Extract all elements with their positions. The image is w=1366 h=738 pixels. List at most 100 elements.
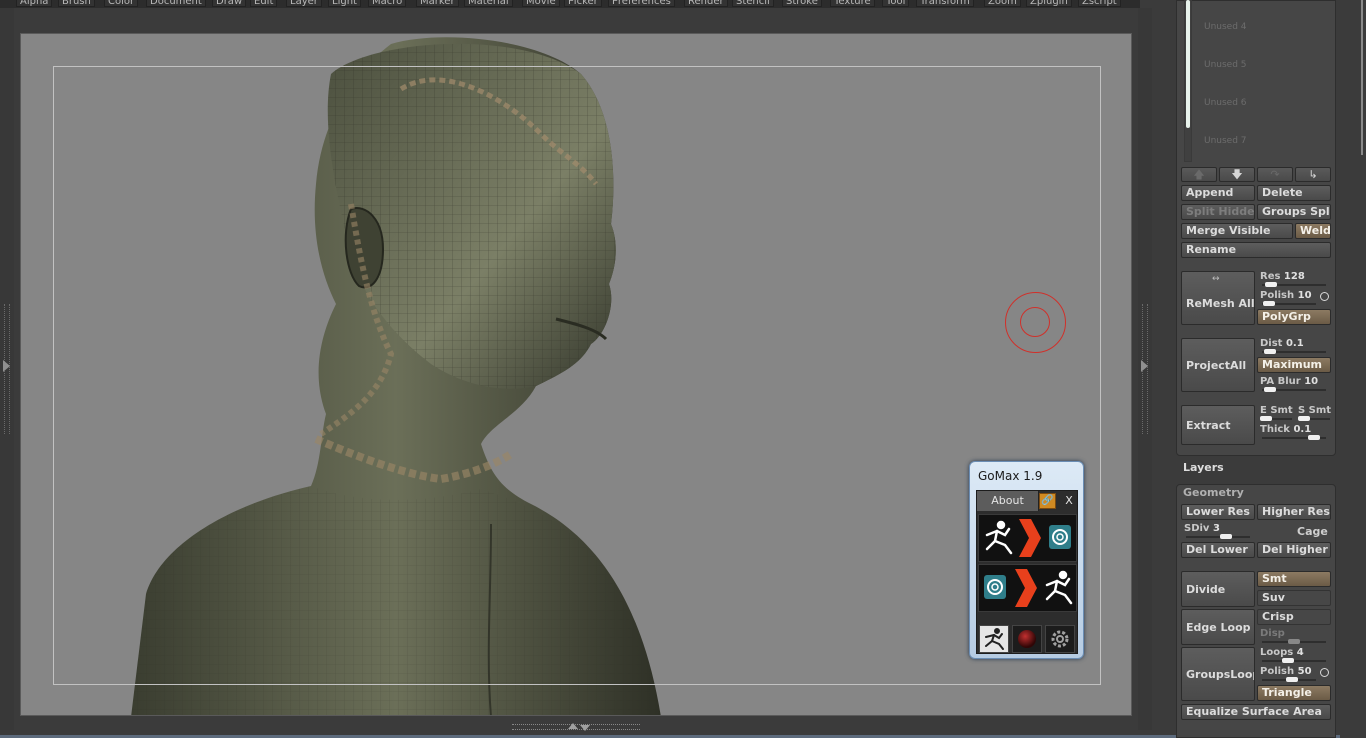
menu-alpha[interactable]: Alpha xyxy=(16,0,53,7)
left-tray-strip[interactable] xyxy=(0,8,14,730)
polygrp-toggle[interactable]: PolyGrp xyxy=(1257,309,1331,325)
crisp-toggle[interactable]: Crisp xyxy=(1257,609,1331,625)
menu-document[interactable]: Document xyxy=(146,0,206,7)
groups-split-button[interactable]: Groups Split xyxy=(1257,204,1331,220)
dist-slider[interactable]: Dist 0.1 xyxy=(1260,338,1330,354)
subtool-slot-4[interactable]: Unused 4 xyxy=(1204,22,1247,32)
send-to-zbrush-button[interactable] xyxy=(978,564,1077,612)
loops-slider[interactable]: Loops 4 xyxy=(1260,647,1330,663)
geo-polish-knob[interactable] xyxy=(1286,677,1298,682)
subtool-slot-6[interactable]: Unused 6 xyxy=(1204,98,1247,108)
subtool-move-down-button[interactable]: 🡇 xyxy=(1219,167,1255,182)
sdiv-knob[interactable] xyxy=(1220,534,1232,539)
menu-layer[interactable]: Layer xyxy=(286,0,322,7)
subtool-slot-7[interactable]: Unused 7 xyxy=(1204,136,1247,146)
del-lower-button[interactable]: Del Lower xyxy=(1181,542,1255,558)
menu-edit[interactable]: Edit xyxy=(250,0,278,7)
e-smt-slider[interactable]: E Smt xyxy=(1260,405,1296,421)
menu-material[interactable]: Material xyxy=(464,0,513,7)
weld-toggle[interactable]: Weld xyxy=(1295,223,1331,239)
layers-palette-header[interactable]: Layers xyxy=(1176,459,1336,481)
s-smt-slider[interactable]: S Smt xyxy=(1298,405,1334,421)
menu-brush[interactable]: Brush xyxy=(58,0,95,7)
merge-visible-button[interactable]: Merge Visible xyxy=(1181,223,1293,239)
link-icon[interactable]: 🔗 xyxy=(1039,493,1056,509)
menu-macro[interactable]: Macro xyxy=(368,0,407,7)
project-all-button[interactable]: ProjectAll xyxy=(1181,338,1255,392)
bottom-tray-down-icon[interactable] xyxy=(580,725,590,731)
rename-button[interactable]: Rename xyxy=(1181,242,1331,258)
menu-zoom[interactable]: Zoom xyxy=(984,0,1021,7)
pa-blur-knob[interactable] xyxy=(1264,387,1276,392)
right-tray-strip[interactable] xyxy=(1138,8,1152,730)
extract-button[interactable]: Extract xyxy=(1181,405,1255,445)
gomax-window[interactable]: GoMax 1.9 About 🔗 X xyxy=(969,461,1084,659)
geo-polish-slider[interactable]: Polish 50 xyxy=(1260,666,1320,682)
polish-circle-icon[interactable] xyxy=(1320,292,1329,301)
canvas-viewport[interactable] xyxy=(20,33,1132,716)
loops-knob[interactable] xyxy=(1282,658,1294,663)
right-tray-collapse-icon[interactable] xyxy=(1141,360,1148,372)
palette-scrollbar[interactable] xyxy=(1361,0,1363,155)
maximum-toggle[interactable]: Maximum xyxy=(1257,357,1331,373)
cage-button[interactable]: Cage xyxy=(1297,525,1328,538)
geometry-title[interactable]: Geometry xyxy=(1183,486,1244,499)
menu-transform[interactable]: Transform xyxy=(916,0,974,7)
menu-texture[interactable]: Texture xyxy=(830,0,875,7)
pa-blur-slider[interactable]: PA Blur 10 xyxy=(1260,376,1330,392)
left-tray-expand-icon[interactable] xyxy=(3,360,10,372)
menu-movie[interactable]: Movie xyxy=(522,0,560,7)
suv-toggle[interactable]: Suv xyxy=(1257,590,1331,606)
thick-slider[interactable]: Thick 0.1 xyxy=(1260,424,1330,440)
edge-loop-button[interactable]: Edge Loop xyxy=(1181,609,1255,645)
gomax-about-button[interactable]: About xyxy=(977,491,1039,511)
menu-picker[interactable]: Picker xyxy=(564,0,602,7)
triangle-toggle[interactable]: Triangle xyxy=(1257,685,1331,701)
palette-scroll-strip[interactable] xyxy=(1340,0,1366,738)
menu-preferences[interactable]: Preferences xyxy=(608,0,675,7)
menu-stencil[interactable]: Stencil xyxy=(732,0,774,7)
gomax-close-button[interactable]: X xyxy=(1059,491,1079,511)
subtool-swap-button[interactable]: ↳ xyxy=(1295,167,1331,182)
lower-res-button[interactable]: Lower Res xyxy=(1181,504,1255,520)
equalize-surface-area-button[interactable]: Equalize Surface Area xyxy=(1181,704,1331,720)
remesh-polish-slider[interactable]: Polish 10 xyxy=(1260,290,1320,306)
menu-zscript[interactable]: Zscript xyxy=(1078,0,1121,7)
menu-draw[interactable]: Draw xyxy=(212,0,247,7)
subtool-move-up-button[interactable]: 🡅 xyxy=(1181,167,1217,182)
e-smt-knob[interactable] xyxy=(1260,416,1272,421)
menu-tool[interactable]: Tool xyxy=(882,0,910,7)
gomax-zbrush-mode-button[interactable] xyxy=(979,625,1009,653)
del-higher-button[interactable]: Del Higher xyxy=(1257,542,1331,558)
geo-polish-circle-icon[interactable] xyxy=(1320,668,1329,677)
menu-render[interactable]: Render xyxy=(684,0,728,7)
delete-button[interactable]: Delete xyxy=(1257,185,1331,201)
gomax-material-button[interactable] xyxy=(1012,625,1042,653)
smt-toggle[interactable]: Smt xyxy=(1257,571,1331,587)
menu-stroke[interactable]: Stroke xyxy=(782,0,822,7)
thick-knob[interactable] xyxy=(1308,435,1320,440)
res-slider[interactable]: Res 128 xyxy=(1260,271,1330,287)
subtool-list-scroll-thumb[interactable] xyxy=(1186,0,1190,128)
subtool-slot-5[interactable]: Unused 5 xyxy=(1204,60,1247,70)
sdiv-slider[interactable]: SDiv 3 xyxy=(1184,523,1254,539)
split-hidden-button[interactable]: Split Hidden xyxy=(1181,204,1255,220)
bottom-tray-up-icon[interactable] xyxy=(568,723,578,729)
menu-marker[interactable]: Marker xyxy=(416,0,459,7)
res-knob[interactable] xyxy=(1265,282,1277,287)
menu-color[interactable]: Color xyxy=(104,0,139,7)
s-smt-knob[interactable] xyxy=(1298,416,1310,421)
send-to-max-button[interactable] xyxy=(978,514,1077,562)
groups-loops-button[interactable]: GroupsLoops xyxy=(1181,647,1255,701)
disp-knob[interactable] xyxy=(1288,639,1300,644)
disp-slider[interactable]: Disp xyxy=(1260,628,1330,644)
menu-zplugin[interactable]: Zplugin xyxy=(1026,0,1072,7)
append-button[interactable]: Append xyxy=(1181,185,1255,201)
dist-knob[interactable] xyxy=(1264,349,1276,354)
higher-res-button[interactable]: Higher Res xyxy=(1257,504,1331,520)
remesh-polish-knob[interactable] xyxy=(1263,301,1275,306)
gomax-settings-button[interactable] xyxy=(1045,625,1075,653)
menu-light[interactable]: Light xyxy=(328,0,361,7)
divide-button[interactable]: Divide xyxy=(1181,571,1255,607)
subtool-redo-button[interactable]: ↷ xyxy=(1257,167,1293,182)
